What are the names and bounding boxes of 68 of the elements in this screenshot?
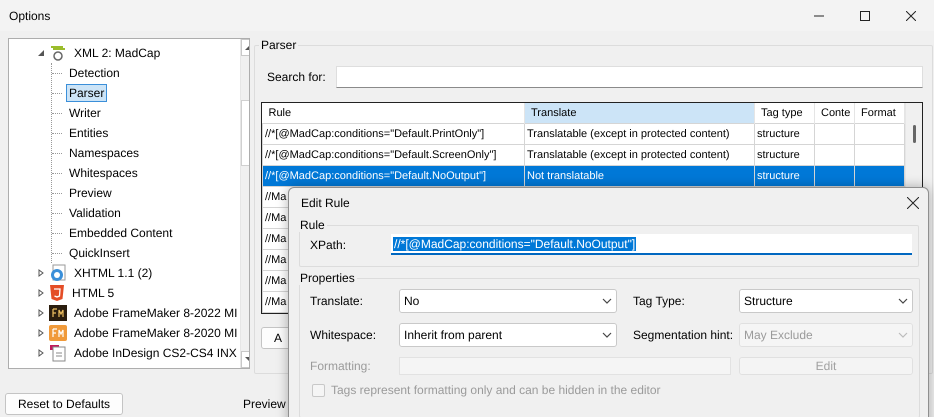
group-legend: Properties [298, 271, 357, 285]
tree-item[interactable]: Adobe InDesign CS2-CS4 INX [71, 344, 240, 362]
close-icon [906, 10, 916, 20]
tree-item[interactable]: Namespaces [66, 144, 142, 162]
search-label: Search for: [267, 70, 326, 84]
search-field[interactable] [336, 66, 923, 88]
chevron-down-icon[interactable] [898, 296, 908, 306]
tree-item[interactable]: Preview [66, 184, 115, 202]
column-header[interactable]: Conte [814, 103, 854, 123]
expand-icon[interactable] [37, 309, 45, 317]
table-cell: structure [754, 165, 814, 186]
dropdown[interactable]: Inherit from parent [399, 323, 617, 347]
shield-icon [49, 284, 65, 302]
tree-item[interactable]: XHTML 1.1 (2) [71, 264, 156, 282]
column-header[interactable]: Tag type [754, 103, 814, 123]
tree-item[interactable]: Adobe FrameMaker 8-2020 MI [71, 324, 240, 342]
dropdown[interactable]: No [399, 289, 617, 313]
table-cell: structure [754, 123, 814, 144]
globe-document-icon [49, 264, 67, 282]
tree-item[interactable]: QuickInsert [66, 244, 133, 262]
table-cell: //*[@MadCap:conditions="Default.PrintOnly"] [262, 123, 524, 144]
window-title: Options [9, 8, 52, 22]
reset-button[interactable]: Reset to Defaults [5, 392, 124, 414]
close-icon[interactable] [907, 197, 919, 209]
tree-item[interactable]: Parser [66, 84, 108, 102]
document-icon [49, 344, 67, 362]
table-cell: //*[@MadCap:conditions="Default.NoOutput"] [262, 165, 524, 186]
chevron-down-icon[interactable] [602, 296, 612, 306]
tree-item[interactable]: Adobe FrameMaker 8-2022 MI [71, 304, 240, 322]
tree-item[interactable]: Embedded Content [66, 224, 176, 242]
column-header[interactable]: Format [854, 103, 904, 123]
dialog-title: Edit Rule [301, 196, 350, 210]
xpath-label: XPath: [310, 238, 348, 252]
field-label: Translate: [310, 294, 364, 308]
table-cell: Translatable (except in protected content) [524, 123, 754, 144]
checkbox-label: Tags represent formatting only and can be hidden in the editor [331, 383, 661, 397]
field-label: Tag Type: [633, 294, 686, 308]
field-label: Segmentation hint: [633, 328, 734, 342]
table-cell: structure [754, 144, 814, 166]
tree-item[interactable]: XML 2: MadCap [71, 44, 164, 62]
maximize-icon [860, 10, 870, 20]
field-label: Whitespace: [310, 328, 378, 342]
app-tile-icon [49, 325, 67, 341]
expand-icon[interactable] [37, 329, 45, 337]
xpath-field[interactable]: //*[@MadCap:conditions="Default.NoOutput"] [391, 234, 912, 255]
expand-icon[interactable] [37, 289, 45, 297]
tree-item[interactable]: Writer [66, 104, 104, 122]
preview-label: Preview [243, 396, 287, 410]
field-label: Formatting: [310, 359, 372, 373]
expand-icon[interactable] [37, 269, 45, 277]
table-cell: Not translatable [524, 165, 754, 186]
tree-item[interactable]: Validation [66, 204, 124, 222]
tree-item[interactable]: Whitespaces [66, 164, 141, 182]
column-header[interactable]: Translate [524, 103, 754, 123]
table-cell: Translatable (except in protected content) [524, 144, 754, 166]
table-cell: //*[@MadCap:conditions="Default.ScreenOnly"] [262, 144, 524, 166]
group-legend: Parser [259, 38, 298, 52]
tree-item[interactable]: Entities [66, 124, 112, 142]
chevron-down-icon[interactable] [602, 330, 612, 340]
expand-icon[interactable] [37, 349, 45, 357]
gear-stamp-icon [49, 44, 67, 62]
tree-item[interactable]: HTML 5 [69, 284, 118, 302]
collapse-icon[interactable] [37, 49, 45, 57]
app-tile-icon [49, 305, 67, 321]
tree-item[interactable]: Detection [66, 64, 123, 82]
column-header[interactable]: Rule [262, 103, 524, 123]
scroll-thumb[interactable] [912, 125, 916, 143]
dropdown[interactable]: Structure [739, 289, 913, 313]
